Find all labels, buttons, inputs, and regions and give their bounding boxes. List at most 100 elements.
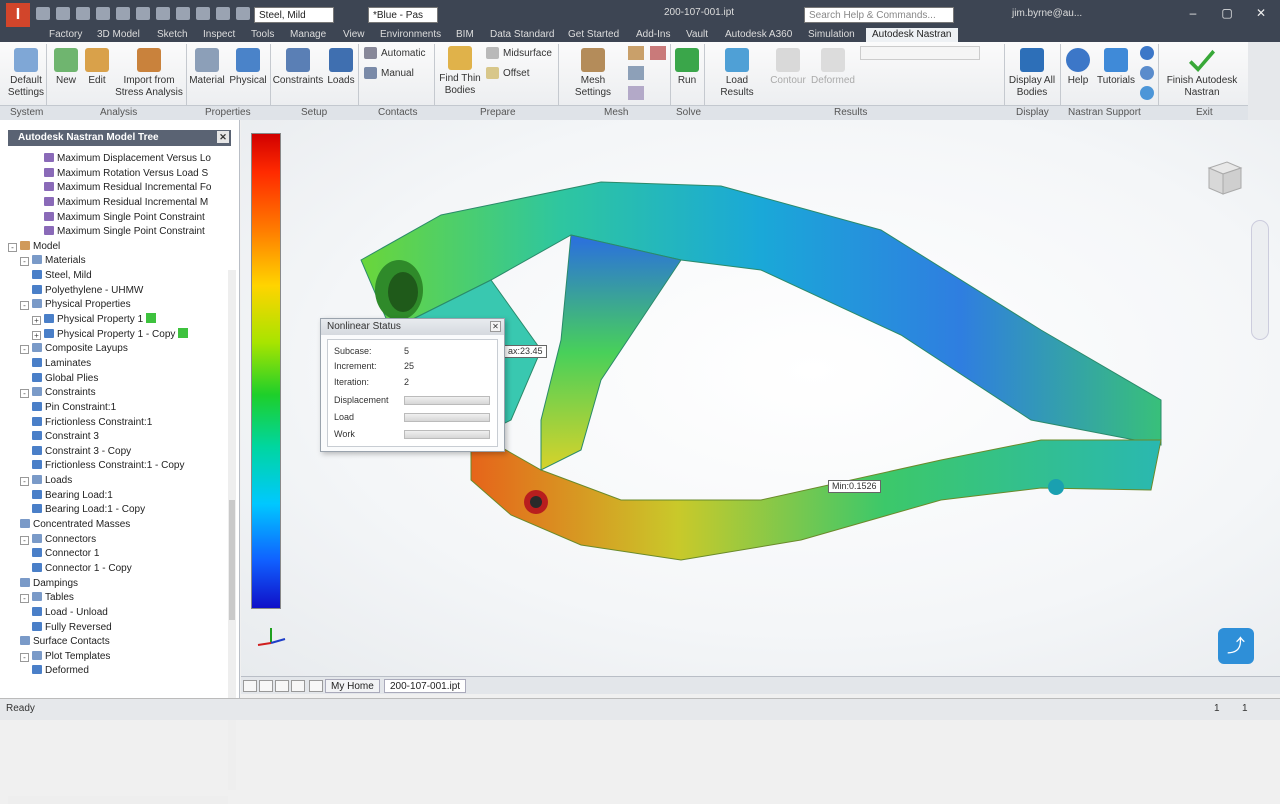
- tree-row[interactable]: Frictionless Constraint:1: [8, 416, 230, 431]
- browser-close-icon[interactable]: ✕: [217, 131, 229, 143]
- tree-row[interactable]: Load - Unload: [8, 606, 230, 621]
- dialog-close-icon[interactable]: ✕: [490, 321, 501, 332]
- tree-row[interactable]: - Physical Properties: [8, 298, 230, 313]
- tree-expander-icon[interactable]: -: [20, 535, 29, 545]
- panel-nastran-support[interactable]: Nastran Support: [1068, 107, 1141, 118]
- tree-row[interactable]: Maximum Single Point Constraint: [8, 225, 230, 240]
- tab-document-file[interactable]: 200-107-001.ipt: [384, 679, 467, 693]
- panel-results[interactable]: Results: [834, 107, 867, 118]
- contour-button[interactable]: Contour: [770, 48, 806, 87]
- tab-sketch[interactable]: Sketch: [157, 28, 188, 42]
- tree-expander-icon[interactable]: -: [20, 389, 29, 399]
- edit-analysis-button[interactable]: Edit: [84, 48, 110, 87]
- find-thin-bodies-button[interactable]: Find Thin Bodies: [438, 46, 482, 97]
- tree-expander-icon[interactable]: -: [8, 242, 17, 252]
- tree-row[interactable]: - Materials: [8, 254, 230, 269]
- tree-row[interactable]: - Loads: [8, 474, 230, 489]
- tree-row[interactable]: Surface Contacts: [8, 635, 230, 650]
- midsurface-button[interactable]: Midsurface: [486, 46, 552, 60]
- material-select[interactable]: Steel, Mild: [254, 7, 334, 23]
- tab-environments[interactable]: Environments: [380, 28, 441, 42]
- tree-row[interactable]: - Composite Layups: [8, 342, 230, 357]
- arrange-windows-icon[interactable]: [275, 680, 289, 692]
- tree-row[interactable]: Fully Reversed: [8, 621, 230, 636]
- tab-factory[interactable]: Factory: [49, 28, 82, 42]
- undo-icon[interactable]: [96, 7, 110, 20]
- help-search-input[interactable]: Search Help & Commands...: [804, 7, 954, 23]
- results-select[interactable]: [860, 46, 980, 60]
- select-icon[interactable]: [196, 7, 210, 20]
- tile-windows-icon[interactable]: [243, 680, 257, 692]
- load-results-button[interactable]: Load Results: [708, 48, 766, 99]
- open-file-icon[interactable]: [56, 7, 70, 20]
- import-stress-button[interactable]: Import from Stress Analysis: [114, 48, 184, 99]
- tree-row[interactable]: Constraint 3: [8, 430, 230, 445]
- material-button[interactable]: Material: [188, 48, 226, 87]
- deformed-button[interactable]: Deformed: [810, 48, 856, 87]
- dialog-title-bar[interactable]: Nonlinear Status ✕: [321, 319, 504, 335]
- tree-row[interactable]: Maximum Single Point Constraint: [8, 211, 230, 226]
- cascade-windows-icon[interactable]: [259, 680, 273, 692]
- tab-vault[interactable]: Vault: [686, 28, 708, 42]
- tree-row[interactable]: Steel, Mild: [8, 269, 230, 284]
- tree-row[interactable]: - Connectors: [8, 533, 230, 548]
- navigation-bar[interactable]: [1251, 220, 1269, 340]
- measure-icon[interactable]: [236, 7, 250, 20]
- return-icon[interactable]: [156, 7, 170, 20]
- tree-row[interactable]: Laminates: [8, 357, 230, 372]
- help-button[interactable]: Help: [1066, 48, 1090, 87]
- tree-row[interactable]: Concentrated Masses: [8, 518, 230, 533]
- tab-my-home[interactable]: My Home: [325, 679, 380, 693]
- tab-get-started[interactable]: Get Started: [568, 28, 619, 42]
- display-all-bodies-button[interactable]: Display All Bodies: [1008, 48, 1056, 99]
- tab-autodesk-a360[interactable]: Autodesk A360: [725, 28, 792, 42]
- tab-add-ins[interactable]: Add-Ins: [636, 28, 670, 42]
- tree-row[interactable]: Global Plies: [8, 372, 230, 387]
- viewcube[interactable]: [1201, 154, 1245, 198]
- tree-row[interactable]: Bearing Load:1: [8, 489, 230, 504]
- tab-manage[interactable]: Manage: [290, 28, 326, 42]
- offset-button[interactable]: Offset: [486, 66, 530, 80]
- new-file-icon[interactable]: [36, 7, 50, 20]
- constraints-button[interactable]: Constraints: [272, 48, 324, 87]
- tree-row[interactable]: - Constraints: [8, 386, 230, 401]
- tree-expander-icon[interactable]: -: [20, 257, 29, 267]
- tree-row[interactable]: Maximum Residual Incremental M: [8, 196, 230, 211]
- text-window-icon[interactable]: [291, 680, 305, 692]
- home-icon[interactable]: [136, 7, 150, 20]
- tutorials-button[interactable]: Tutorials: [1096, 48, 1136, 87]
- new-analysis-button[interactable]: New: [52, 48, 80, 87]
- mesh-tool-3-icon[interactable]: [628, 86, 644, 100]
- tree-row[interactable]: Bearing Load:1 - Copy: [8, 503, 230, 518]
- mesh-tool-1-icon[interactable]: [628, 46, 644, 60]
- minimize-icon[interactable]: –: [1180, 4, 1206, 22]
- tab-bim[interactable]: BIM: [456, 28, 474, 42]
- tree-expander-icon[interactable]: -: [20, 301, 29, 311]
- tree-row[interactable]: Pin Constraint:1: [8, 401, 230, 416]
- tree-row[interactable]: Maximum Residual Incremental Fo: [8, 181, 230, 196]
- tree-row[interactable]: Constraint 3 - Copy: [8, 445, 230, 460]
- tree-expander-icon[interactable]: -: [20, 477, 29, 487]
- tree-row[interactable]: Connector 1: [8, 547, 230, 562]
- tree-expander-icon[interactable]: +: [32, 316, 41, 326]
- tree-row[interactable]: - Model: [8, 240, 230, 255]
- tree-row[interactable]: Polyethylene - UHMW: [8, 284, 230, 299]
- default-settings-button[interactable]: Default Settings: [6, 48, 46, 99]
- tree-row[interactable]: Maximum Rotation Versus Load S: [8, 167, 230, 182]
- manual-contacts-button[interactable]: Manual: [364, 66, 414, 80]
- redo-icon[interactable]: [116, 7, 130, 20]
- tab-simulation[interactable]: Simulation: [808, 28, 855, 42]
- tab-tools[interactable]: Tools: [251, 28, 274, 42]
- tree-expander-icon[interactable]: +: [32, 330, 41, 340]
- tab-autodesk-nastran[interactable]: Autodesk Nastran: [866, 28, 958, 42]
- tab-inspect[interactable]: Inspect: [203, 28, 235, 42]
- update-icon[interactable]: [176, 7, 190, 20]
- nonlinear-status-dialog[interactable]: Nonlinear Status ✕ Subcase: 5 Increment:…: [320, 318, 505, 452]
- tree-row[interactable]: Maximum Displacement Versus Lo: [8, 152, 230, 167]
- info-icon[interactable]: [1140, 46, 1154, 60]
- finish-nastran-button[interactable]: Finish Autodesk Nastran: [1162, 46, 1242, 99]
- run-button[interactable]: Run: [674, 48, 700, 87]
- tree-expander-icon[interactable]: -: [20, 345, 29, 355]
- tree-expander-icon[interactable]: -: [20, 594, 29, 604]
- mesh-tool-4-icon[interactable]: [650, 46, 666, 60]
